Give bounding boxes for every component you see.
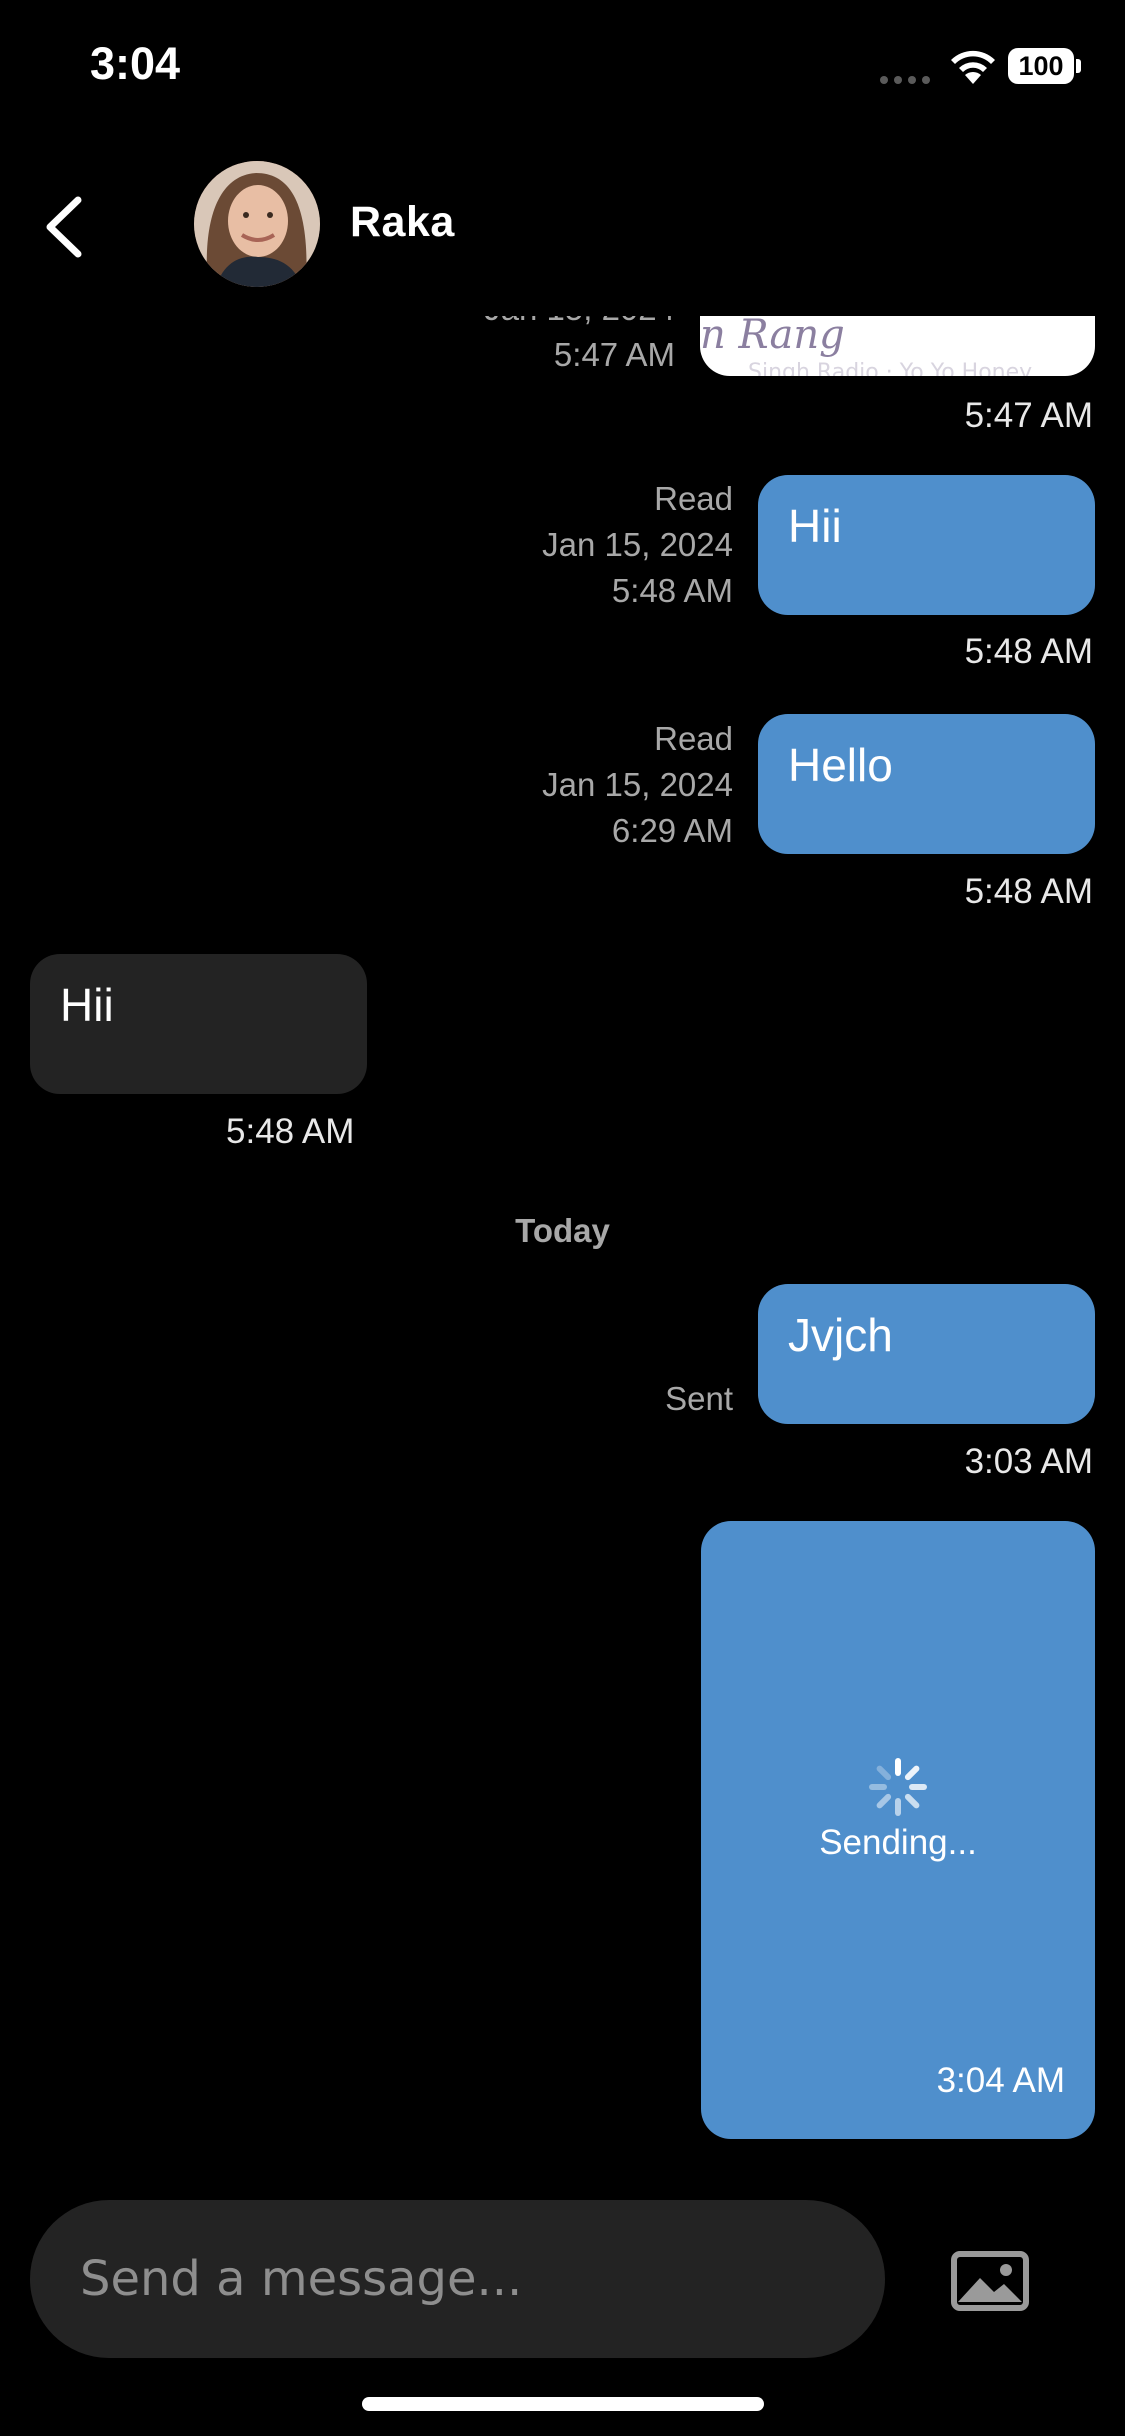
- battery-indicator: 100: [1008, 48, 1074, 84]
- message-read-time: 6:29 AM: [611, 812, 733, 849]
- message-input[interactable]: [30, 2200, 885, 2358]
- message-timestamp: 5:48 AM: [226, 1112, 355, 1151]
- link-preview-card[interactable]: n Rang Singh Radio · Yo Yo Honey: [700, 316, 1095, 376]
- sending-image-card[interactable]: Sending... 3:04 AM: [701, 1521, 1095, 2139]
- message-meta: Read Jan 15, 2024 6:29 AM: [542, 716, 733, 854]
- link-preview-subtitle: Singh Radio · Yo Yo Honey: [748, 360, 1033, 376]
- battery-tip: [1076, 59, 1081, 73]
- message-timestamp: 5:48 AM: [964, 632, 1093, 671]
- message-bubble-sent[interactable]: Hii: [758, 475, 1095, 615]
- message-status: Read: [654, 480, 733, 517]
- cellular-signal-icon: [880, 76, 930, 84]
- message-timestamp: 3:03 AM: [964, 1442, 1093, 1481]
- message-date: Jan 15, 2024: [542, 766, 733, 803]
- spinner-icon: [869, 1758, 927, 1816]
- status-time: 3:04: [90, 38, 181, 89]
- message-bubble-received[interactable]: Hii: [30, 954, 367, 1094]
- contact-name: Raka: [350, 198, 455, 246]
- sending-label: Sending...: [819, 1823, 977, 1862]
- avatar-photo: [194, 161, 320, 287]
- message-status: Sent: [665, 1380, 733, 1417]
- message-read-time: 5:47 AM: [553, 336, 675, 373]
- message-meta: Jan 15, 2024 5:47 AM: [484, 316, 675, 378]
- message-bubble-sent[interactable]: Hello: [758, 714, 1095, 854]
- message-meta: Read Jan 15, 2024 5:48 AM: [542, 476, 733, 614]
- message-bubble-sent[interactable]: Jvjch: [758, 1284, 1095, 1424]
- message-timestamp: 5:47 AM: [964, 396, 1093, 435]
- message-list[interactable]: Jan 15, 2024 5:47 AM n Rang Singh Radio …: [0, 316, 1125, 2156]
- message-date: Jan 15, 2024: [484, 316, 675, 332]
- image-icon[interactable]: [950, 2250, 1030, 2312]
- avatar[interactable]: [194, 161, 320, 287]
- message-date: Jan 15, 2024: [542, 526, 733, 563]
- date-divider: Today: [515, 1212, 610, 1249]
- link-preview-title: n Rang: [700, 316, 845, 358]
- wifi-icon: [951, 50, 995, 84]
- message-timestamp: 3:04 AM: [936, 2061, 1065, 2100]
- message-status: Read: [654, 720, 733, 757]
- back-button[interactable]: [40, 192, 90, 262]
- message-timestamp: 5:48 AM: [964, 872, 1093, 911]
- home-indicator: [362, 2397, 764, 2411]
- message-read-time: 5:48 AM: [611, 572, 733, 609]
